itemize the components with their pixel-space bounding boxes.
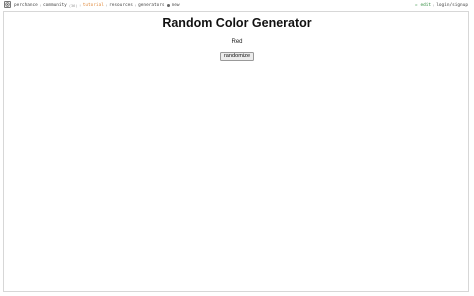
login-signup-link[interactable]: login/signup bbox=[436, 3, 468, 8]
nav-link-generators[interactable]: generators bbox=[138, 3, 164, 8]
edit-link[interactable]: ✏ edit bbox=[415, 3, 431, 8]
page-title: Random Color Generator bbox=[162, 16, 312, 30]
nav-link-tutorial[interactable]: tutorial bbox=[83, 3, 104, 8]
nav-links: perchance ⁞ community (36) ⁞ tutorial ⁞ … bbox=[14, 3, 180, 9]
random-color-result: Red bbox=[231, 39, 243, 45]
nav-separator: ⁞ bbox=[39, 3, 42, 9]
top-navigation-bar: perchance ⁞ community (36) ⁞ tutorial ⁞ … bbox=[0, 0, 474, 10]
nav-separator: ⁞ bbox=[433, 3, 435, 9]
nav-link-resources[interactable]: resources bbox=[109, 3, 133, 8]
community-count: (36) bbox=[68, 3, 78, 8]
lightbulb-icon bbox=[166, 4, 170, 7]
nav-link-new[interactable]: new bbox=[172, 3, 180, 8]
nav-link-community-label: community bbox=[43, 3, 67, 8]
randomize-button[interactable]: randomize bbox=[220, 52, 254, 61]
brand-link[interactable]: perchance bbox=[14, 3, 38, 8]
nav-separator: ⁞ bbox=[79, 3, 81, 9]
nav-separator: ⁞ bbox=[134, 3, 137, 9]
account-links: ✏ edit ⁞ login/signup bbox=[415, 3, 468, 9]
nav-link-community[interactable]: community (36) bbox=[43, 3, 77, 8]
perchance-logo-icon[interactable] bbox=[4, 1, 11, 8]
nav-separator: ⁞ bbox=[105, 3, 108, 9]
